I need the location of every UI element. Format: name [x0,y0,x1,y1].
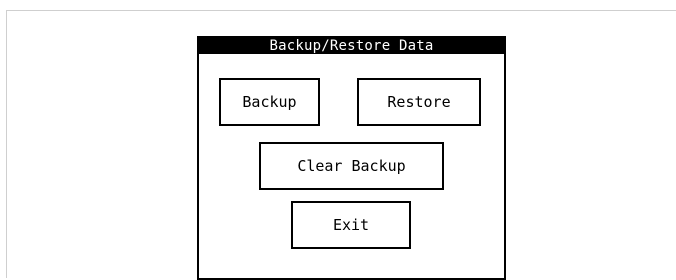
exit-button-label: Exit [332,216,370,234]
clear-backup-button-label: Clear Backup [297,157,406,175]
exit-button[interactable]: Exit [291,201,411,249]
restore-button[interactable]: Restore [357,78,481,126]
page-frame: Backup/Restore Data Backup Restore Clear… [6,10,676,280]
backup-restore-dialog: Backup/Restore Data Backup Restore Clear… [197,36,506,280]
restore-button-label: Restore [387,93,451,111]
backup-button[interactable]: Backup [219,78,320,126]
backup-button-label: Backup [242,93,297,111]
dialog-title: Backup/Restore Data [199,38,504,54]
clear-backup-button[interactable]: Clear Backup [259,142,444,190]
